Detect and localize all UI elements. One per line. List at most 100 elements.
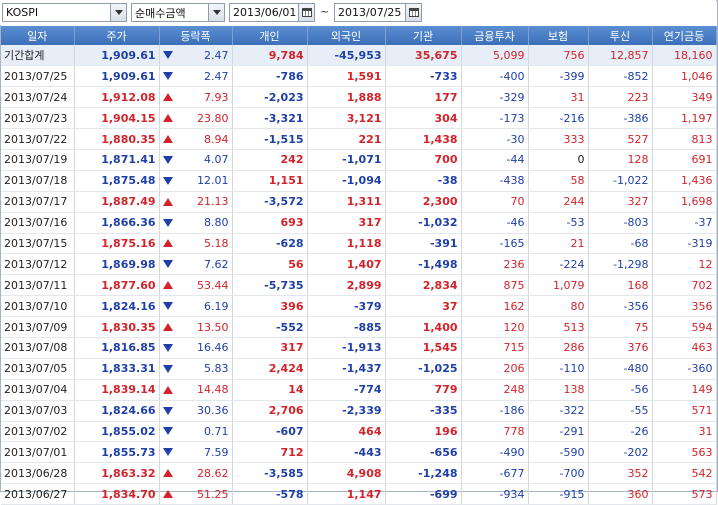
cell-price: 1,887.49 xyxy=(74,191,160,213)
table-row[interactable]: 2013/07/09 1,830.35 13.50 -552 -885 1,400 120 5… xyxy=(1,316,717,338)
cell-foreign: 1,311 xyxy=(307,191,386,213)
metric-dropdown-button[interactable] xyxy=(208,4,224,21)
cell-individual: 9,784 xyxy=(232,45,308,67)
cell-change: 8.94 xyxy=(159,128,233,150)
cell-pension: 18,160 xyxy=(652,45,717,67)
market-select[interactable]: KOSPI xyxy=(2,3,127,22)
arrow-down-icon xyxy=(162,155,173,164)
cell-foreign: -774 xyxy=(307,379,386,401)
table-row[interactable]: 2013/07/23 1,904.15 23.80 -3,321 3,121 304 -17… xyxy=(1,107,717,130)
market-dropdown-button[interactable] xyxy=(110,4,126,21)
col-header-change[interactable]: 등락폭 xyxy=(159,26,233,45)
cell-change: 53.44 xyxy=(159,274,233,297)
cell-trust: -68 xyxy=(588,233,653,255)
table-row[interactable]: 2013/07/08 1,816.85 16.46 317 -1,913 1,545 715… xyxy=(1,337,717,359)
cell-price: 1,909.61 xyxy=(74,45,160,67)
cell-price: 1,833.31 xyxy=(74,358,160,380)
cell-financial-investment: 162 xyxy=(461,295,529,318)
table-row[interactable]: 2013/07/18 1,875.48 12.01 1,151 -1,094 -38 -43… xyxy=(1,170,717,192)
table-row[interactable]: 2013/07/12 1,869.98 7.62 56 1,407 -1,498 236 -2… xyxy=(1,253,717,276)
col-header-individual[interactable]: 개인 xyxy=(232,26,308,45)
change-value: 51.25 xyxy=(197,487,229,501)
cell-pension: 1,698 xyxy=(652,191,717,213)
cell-change: 14.48 xyxy=(159,379,233,401)
cell-change: 7.62 xyxy=(159,253,233,276)
change-value: 0.71 xyxy=(204,424,229,438)
table-row[interactable]: 2013/07/11 1,877.60 53.44 -5,735 2,899 2,834 8… xyxy=(1,274,717,297)
table-row[interactable]: 2013/07/04 1,839.14 14.48 14 -774 779 248 138 -5… xyxy=(1,379,717,401)
cell-foreign: -1,437 xyxy=(307,358,386,380)
col-header-date[interactable]: 일자 xyxy=(1,26,75,45)
arrow-up-icon xyxy=(162,239,173,248)
table-row[interactable]: 2013/07/19 1,871.41 4.07 242 -1,071 700 -44 0 12… xyxy=(1,149,717,171)
cell-price: 1,875.48 xyxy=(74,170,160,192)
change-value: 6.19 xyxy=(204,299,229,313)
cell-individual: 317 xyxy=(232,337,308,359)
cell-pension: 702 xyxy=(652,274,717,297)
table-row[interactable]: 2013/06/28 1,863.32 28.62 -3,585 4,908 -1,248… xyxy=(1,462,717,485)
table-row[interactable]: 2013/07/10 1,824.16 6.19 396 -379 37 162 80 -356… xyxy=(1,295,717,318)
cell-insurance: -53 xyxy=(528,212,589,234)
col-header-price[interactable]: 주가 xyxy=(74,26,160,45)
cell-date: 2013/07/01 xyxy=(1,441,75,464)
cell-change: 13.50 xyxy=(159,316,233,338)
col-header-pension[interactable]: 연기금등 xyxy=(652,26,717,45)
date-to-input[interactable]: 2013/07/25 xyxy=(334,3,422,22)
table-row[interactable]: 2013/07/25 1,909.61 2.47 -786 1,591 -733 -400-… xyxy=(1,65,717,88)
table-row[interactable]: 2013/07/16 1,866.36 8.80 693 317 -1,032 -46 -53… xyxy=(1,212,717,234)
table-row[interactable]: 2013/07/01 1,855.73 7.59 712 -443 -656 -490 -59… xyxy=(1,441,717,464)
cell-date: 2013/07/03 xyxy=(1,400,75,422)
cell-pension: 1,436 xyxy=(652,170,717,192)
cell-insurance: -322 xyxy=(528,400,589,422)
cell-change: 51.25 xyxy=(159,483,233,505)
cell-pension: 542 xyxy=(652,462,717,485)
cell-institution: -699 xyxy=(385,483,462,505)
cell-pension: -319 xyxy=(652,233,717,255)
cell-date: 2013/07/23 xyxy=(1,107,75,130)
cell-financial-investment: 715 xyxy=(461,337,529,359)
metric-select[interactable]: 순매수금액 xyxy=(131,3,225,22)
cell-individual: 693 xyxy=(232,212,308,234)
date-from-calendar-button[interactable] xyxy=(298,4,314,21)
cell-institution: 1,545 xyxy=(385,337,462,359)
toolbar: KOSPI 순매수금액 2013/06/01 ~ 2013/07/25 xyxy=(0,0,716,25)
cell-pension: 691 xyxy=(652,149,717,171)
table-row[interactable]: 2013/07/22 1,880.35 8.94 -1,515 221 1,438 -30 3… xyxy=(1,128,717,150)
date-from-input[interactable]: 2013/06/01 xyxy=(229,3,315,22)
cell-institution: -335 xyxy=(385,400,462,422)
cell-institution: -1,032 xyxy=(385,212,462,234)
arrow-down-icon xyxy=(162,364,173,373)
summary-row[interactable]: 기간합계 1,909.61 2.47 9,784 -45,953 35,675 5,099 7… xyxy=(1,45,717,67)
table-row[interactable]: 2013/07/02 1,855.02 0.71 -607 464 196 778 -291-… xyxy=(1,421,717,443)
table-row[interactable]: 2013/07/17 1,887.49 21.13 -3,572 1,311 2,300 7… xyxy=(1,191,717,213)
table-row[interactable]: 2013/07/05 1,833.31 5.83 2,424 -1,437 -1,025 2… xyxy=(1,358,717,380)
cell-change: 2.47 xyxy=(159,45,233,67)
cell-individual: -3,572 xyxy=(232,191,308,213)
col-header-trust[interactable]: 투신 xyxy=(588,26,653,45)
table-row[interactable]: 2013/07/24 1,912.08 7.93 -2,023 1,888 177 -329… xyxy=(1,86,717,109)
change-value: 14.48 xyxy=(197,383,229,397)
table-row[interactable]: 2013/06/27 1,834.70 51.25 -578 1,147 -699 -934… xyxy=(1,483,717,505)
cell-date: 2013/07/16 xyxy=(1,212,75,234)
cell-date: 기간합계 xyxy=(1,45,75,67)
cell-price: 1,839.14 xyxy=(74,379,160,401)
chevron-down-icon xyxy=(212,10,221,15)
cell-insurance: -700 xyxy=(528,462,589,485)
cell-foreign: 2,899 xyxy=(307,274,386,297)
col-header-financial-investment[interactable]: 금융투자 xyxy=(461,26,529,45)
col-header-foreign[interactable]: 외국인 xyxy=(307,26,386,45)
cell-date: 2013/07/04 xyxy=(1,379,75,401)
cell-price: 1,830.35 xyxy=(74,316,160,338)
change-value: 12.01 xyxy=(197,174,229,188)
table-row[interactable]: 2013/07/03 1,824.66 30.36 2,706 -2,339 -335 -1… xyxy=(1,400,717,422)
cell-trust: -1,022 xyxy=(588,170,653,192)
col-header-institution[interactable]: 기관 xyxy=(385,26,462,45)
change-value: 4.07 xyxy=(204,153,229,167)
cell-trust: -55 xyxy=(588,400,653,422)
cell-financial-investment: 120 xyxy=(461,316,529,338)
table-row[interactable]: 2013/07/15 1,875.16 5.18 -628 1,118 -391 -165 2… xyxy=(1,233,717,255)
col-header-insurance[interactable]: 보험 xyxy=(528,26,589,45)
cell-financial-investment: -677 xyxy=(461,462,529,485)
cell-foreign: 1,591 xyxy=(307,65,386,88)
date-to-calendar-button[interactable] xyxy=(405,4,421,21)
